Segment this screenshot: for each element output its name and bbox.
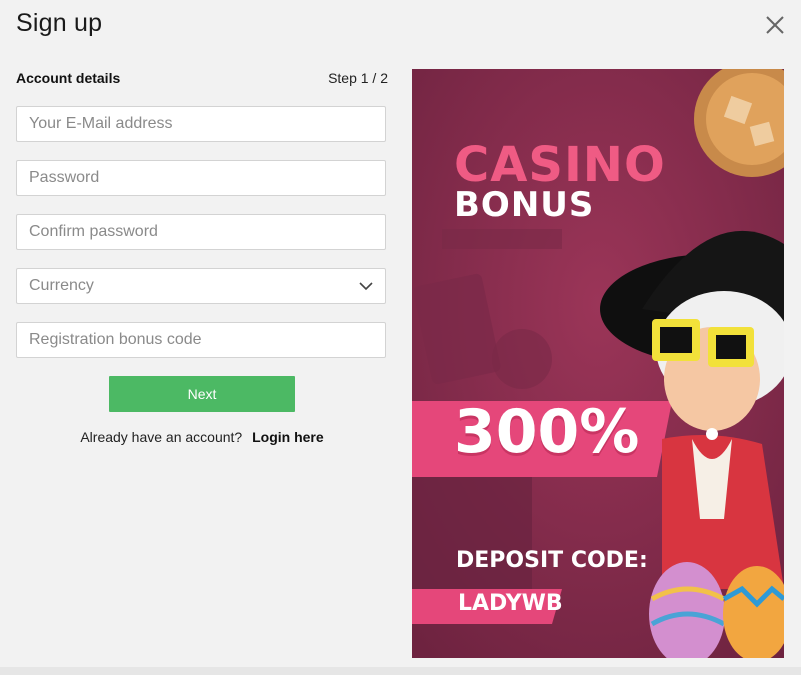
login-prompt-text: Already have an account? (80, 429, 243, 445)
currency-select[interactable]: Currency (16, 268, 386, 304)
promo-banner: CASINO BONUS 300% DEPOSIT CODE: LADYWB (412, 69, 784, 658)
password-field-wrapper (16, 160, 386, 196)
confirm-password-field-wrapper (16, 214, 386, 250)
login-prompt-row: Already have an account? Login here (16, 429, 388, 445)
signup-modal: Sign up Account details Step 1 / 2 Curre… (0, 0, 801, 675)
step-indicator: Step 1 / 2 (328, 70, 388, 86)
promo-title-line2: BONUS (454, 185, 595, 225)
bottom-divider (0, 667, 801, 675)
login-link[interactable]: Login here (252, 429, 324, 445)
section-title: Account details (16, 70, 121, 86)
promo-code: LADYWB (458, 591, 563, 616)
bonus-code-field-wrapper (16, 322, 386, 358)
modal-title: Sign up (16, 9, 103, 37)
promo-percent: 300% (454, 397, 640, 467)
bonus-code-field[interactable] (17, 323, 385, 357)
form-header: Account details Step 1 / 2 (16, 70, 388, 90)
email-field-wrapper (16, 106, 386, 142)
currency-placeholder: Currency (29, 277, 94, 294)
confirm-password-field[interactable] (17, 215, 385, 249)
promo-deposit-label: DEPOSIT CODE: (456, 548, 648, 573)
close-icon[interactable] (764, 14, 786, 36)
chevron-down-icon (359, 282, 373, 291)
password-field[interactable] (17, 161, 385, 195)
email-field[interactable] (17, 107, 385, 141)
next-button[interactable]: Next (109, 376, 295, 412)
